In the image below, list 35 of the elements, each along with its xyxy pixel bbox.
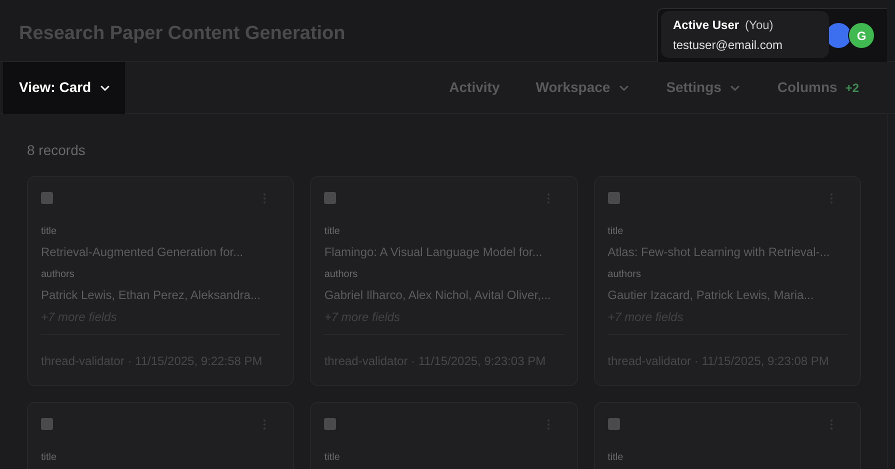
field-label: authors	[41, 268, 76, 282]
field-value: Patrick Lewis, Ethan Perez, Aleksandra...	[41, 287, 262, 303]
checkbox[interactable]	[324, 418, 336, 430]
field-label: title	[41, 225, 58, 239]
checkbox[interactable]	[324, 192, 336, 204]
field-label: title	[324, 225, 341, 239]
checkbox[interactable]	[41, 418, 53, 430]
field-value: Retrieval-Augmented Generation for...	[41, 244, 244, 260]
user-avatar[interactable]: G	[848, 22, 875, 49]
record-count: 8 records	[27, 141, 86, 160]
column-count-label: +2	[845, 80, 859, 96]
field-value: Atlas: Few-shot Learning with Retrieval-...	[608, 244, 831, 260]
field-label: title	[41, 451, 58, 465]
user-email: testuser@email.com	[673, 36, 784, 54]
toolbar-menu-button[interactable]: Settings	[666, 77, 742, 98]
field-value: Gabriel Ilharco, Alex Nichol, Avital Oliver,...	[324, 287, 552, 303]
field-label: authors	[608, 268, 642, 282]
field-value: Gautier Izacard, Patrick Lewis, Maria...	[608, 287, 815, 303]
record-card[interactable]: title	[594, 402, 861, 469]
toolbar-menu-button[interactable]: Activity	[449, 77, 500, 98]
record-card[interactable]: title	[310, 402, 578, 469]
field-label: title	[608, 225, 624, 239]
checkbox[interactable]	[608, 418, 620, 430]
record-card[interactable]: title	[27, 402, 294, 469]
toolbar-menu-button[interactable]: Columns	[777, 77, 838, 98]
field-label: title	[608, 451, 624, 465]
checkbox[interactable]	[608, 192, 620, 204]
field-value: Flamingo: A Visual Language Model for...	[324, 244, 544, 260]
field-label: authors	[324, 268, 359, 282]
checkbox[interactable]	[41, 192, 53, 204]
user-you-label: (You)	[745, 16, 774, 34]
toolbar-menu-button[interactable]: Workspace	[536, 77, 630, 98]
field-label: title	[324, 451, 341, 465]
view-dropdown-button[interactable]: View: Card	[3, 62, 125, 114]
user-name: Active User	[673, 16, 740, 34]
